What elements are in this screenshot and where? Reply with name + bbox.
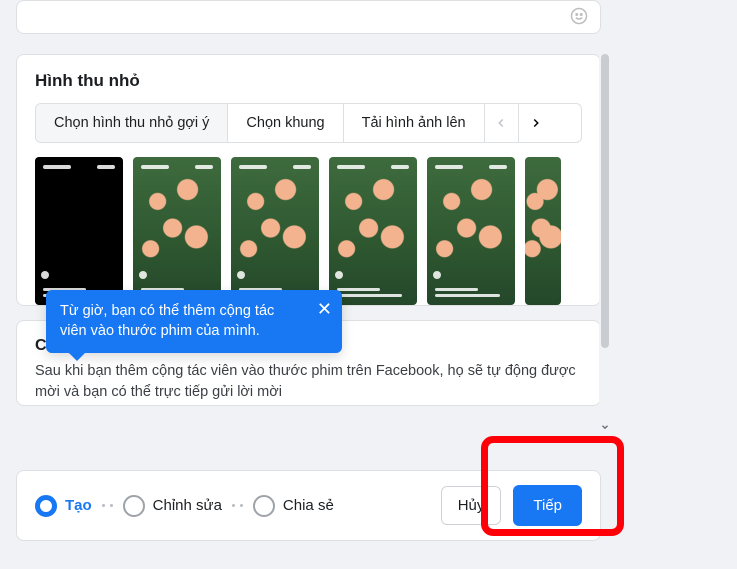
smile-icon [570,7,588,25]
thumbnail-section-title: Hình thu nhỏ [35,71,582,91]
step-circle-icon [253,495,275,517]
collaborator-description: Sau khi bạn thêm cộng tác viên vào thước… [35,361,582,401]
next-button[interactable]: Tiếp [513,485,582,526]
step-circle-icon [123,495,145,517]
thumbnail-option[interactable] [525,157,561,305]
step-label: Tạo [65,497,92,514]
scrollbar-down-button[interactable] [599,419,611,435]
thumbnail-option[interactable] [35,157,123,305]
thumbnail-list [35,157,582,305]
thumbnail-tabs: Chọn hình thu nhỏ gợi ý Chọn khung Tải h… [35,103,582,143]
vertical-scrollbar[interactable] [599,54,611,413]
step-indicator: Tạo Chỉnh sửa Chia sẻ [35,495,334,517]
step-divider [232,504,243,507]
tabs-next-button[interactable] [519,104,553,142]
tab-upload-image[interactable]: Tải hình ảnh lên [344,104,485,142]
thumbnail-option[interactable] [231,157,319,305]
chevron-left-icon [494,116,508,130]
cancel-button[interactable]: Hủy [441,486,502,525]
collaborator-tooltip: Từ giờ, bạn có thể thêm cộng tác viên và… [46,290,342,353]
step-edit[interactable]: Chỉnh sửa [123,495,222,517]
step-divider [102,504,113,507]
chevron-right-icon [529,116,543,130]
thumbnail-option[interactable] [133,157,221,305]
tab-suggested-thumbnail[interactable]: Chọn hình thu nhỏ gợi ý [36,104,228,142]
footer-actions: Hủy Tiếp [441,485,582,526]
tooltip-message: Từ giờ, bạn có thể thêm cộng tác viên và… [60,303,274,339]
tab-choose-frame[interactable]: Chọn khung [228,104,343,142]
thumbnail-option[interactable] [427,157,515,305]
step-create[interactable]: Tạo [35,495,92,517]
thumbnail-section-card: Hình thu nhỏ Chọn hình thu nhỏ gợi ý Chọ… [16,54,601,306]
previous-card-bottom [16,0,601,34]
scrollbar-thumb[interactable] [601,54,609,348]
tabs-prev-button[interactable] [485,104,519,142]
chevron-down-icon [600,422,610,432]
footer-bar: Tạo Chỉnh sửa Chia sẻ Hủy Tiếp [16,470,601,541]
thumbnail-option[interactable] [329,157,417,305]
step-share[interactable]: Chia sẻ [253,495,334,517]
step-circle-icon [35,495,57,517]
step-label: Chỉnh sửa [153,497,222,514]
tooltip-close-button[interactable]: ✕ [317,300,332,318]
step-label: Chia sẻ [283,497,334,514]
